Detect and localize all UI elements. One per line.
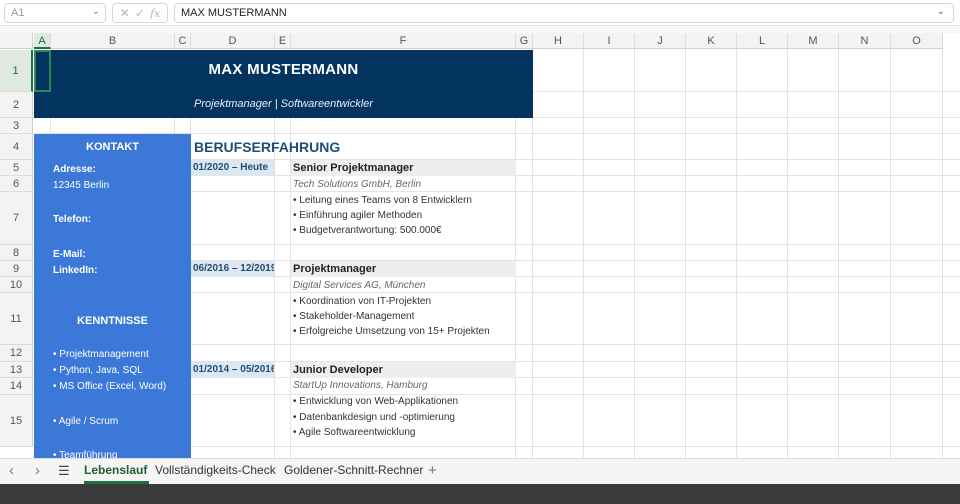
column-header-o[interactable]: O: [891, 33, 943, 49]
sheet-tab-goldener-schnitt-rechner[interactable]: Goldener-Schnitt-Rechner: [284, 459, 423, 485]
job-bullet[interactable]: • Leitung eines Teams von 8 Entwicklern: [293, 195, 472, 206]
prev-sheet-chevron-icon[interactable]: ‹: [9, 459, 14, 485]
sheet-tab-lebenslauf[interactable]: Lebenslauf: [84, 459, 150, 485]
column-header-f[interactable]: F: [291, 33, 516, 49]
job-bullet[interactable]: • Datenbankdesign und -optimierung: [293, 412, 455, 423]
sheet-tab-bar: ‹ › ☰ Lebenslauf Vollständigkeits-Check …: [0, 458, 960, 484]
row-header-11[interactable]: 11: [0, 293, 33, 345]
row-header-4[interactable]: 4: [0, 134, 33, 160]
next-sheet-chevron-icon[interactable]: ›: [35, 459, 40, 485]
job-position[interactable]: Senior Projektmanager: [291, 160, 516, 176]
spreadsheet-grid[interactable]: ABCDEFGHIJKLMNO 1 2 3 4 5 6 7 8 9 10 11 12 13 14 15 MA…: [0, 33, 960, 458]
job-bullet[interactable]: • Einführung agiler Methoden: [293, 210, 422, 221]
linkedin-label[interactable]: LinkedIn:: [53, 265, 97, 276]
skill-item[interactable]: • MS Office (Excel, Word): [53, 381, 166, 392]
column-header-j[interactable]: J: [635, 33, 686, 49]
address-label[interactable]: Adresse:: [53, 164, 96, 175]
row-header-6[interactable]: 6: [0, 176, 33, 192]
toolbar-gap: [0, 26, 960, 33]
experience-title[interactable]: BERUFSERFAHRUNG: [194, 139, 340, 155]
status-bar: [0, 484, 960, 504]
function-icon[interactable]: fx: [150, 7, 160, 20]
row-header-10[interactable]: 10: [0, 277, 33, 293]
skill-item[interactable]: • Agile / Scrum: [53, 416, 118, 427]
column-header-l[interactable]: L: [737, 33, 788, 49]
skills-title[interactable]: KENNTNISSE: [34, 315, 191, 327]
row-header-8[interactable]: 8: [0, 245, 33, 261]
column-header-d[interactable]: D: [191, 33, 275, 49]
active-cell-selection[interactable]: [34, 50, 51, 92]
job-period[interactable]: 06/2016 – 12/2019: [191, 261, 274, 277]
column-header-g[interactable]: G: [516, 33, 533, 49]
skill-item[interactable]: • Teamführung: [53, 450, 117, 458]
phone-label[interactable]: Telefon:: [53, 214, 91, 225]
column-header-h[interactable]: H: [533, 33, 584, 49]
column-header-m[interactable]: M: [788, 33, 839, 49]
job-company[interactable]: StartUp Innovations, Hamburg: [293, 380, 428, 391]
job-period[interactable]: 01/2020 – Heute: [191, 160, 274, 176]
job-bullet[interactable]: • Agile Softwareentwicklung: [293, 427, 415, 438]
row-header-14[interactable]: 14: [0, 378, 33, 395]
row-header-15[interactable]: 15: [0, 395, 33, 447]
formula-input[interactable]: MAX MUSTERMANN ⌄: [174, 3, 954, 23]
column-header-b[interactable]: B: [51, 33, 175, 49]
cv-name[interactable]: MAX MUSTERMANN: [34, 61, 533, 85]
kontakt-title[interactable]: KONTAKT: [34, 141, 191, 153]
job-bullet[interactable]: • Koordination von IT-Projekten: [293, 296, 431, 307]
confirm-icon[interactable]: ✓: [135, 6, 145, 20]
row-header-3[interactable]: 3: [0, 118, 33, 134]
job-company[interactable]: Tech Solutions GmbH, Berlin: [293, 179, 421, 190]
row-header-7[interactable]: 7: [0, 192, 33, 245]
select-all-corner[interactable]: [0, 33, 33, 49]
skill-item[interactable]: • Projektmanagement: [53, 349, 149, 360]
name-box[interactable]: A1 ⌄: [4, 3, 106, 23]
column-header-a[interactable]: A: [34, 33, 51, 49]
job-bullet[interactable]: • Entwicklung von Web-Applikationen: [293, 396, 458, 407]
column-header-c[interactable]: C: [175, 33, 191, 49]
email-label[interactable]: E-Mail:: [53, 249, 86, 260]
cv-subtitle[interactable]: Projektmanager | Softwareentwickler: [34, 98, 533, 114]
cancel-icon[interactable]: ✕: [120, 6, 130, 20]
expand-formula-chevron-icon[interactable]: ⌄: [937, 6, 945, 17]
column-header-e[interactable]: E: [275, 33, 291, 49]
skill-item[interactable]: • Python, Java, SQL: [53, 365, 143, 376]
row-header-1[interactable]: 1: [0, 50, 33, 92]
name-box-value: A1: [11, 7, 25, 19]
job-position[interactable]: Junior Developer: [291, 362, 516, 378]
address-value[interactable]: 12345 Berlin: [53, 180, 109, 191]
add-sheet-icon[interactable]: +: [428, 459, 437, 485]
row-header-12[interactable]: 12: [0, 345, 33, 362]
row-header-2[interactable]: 2: [0, 92, 33, 118]
chevron-down-icon[interactable]: ⌄: [92, 6, 100, 17]
formula-bar: A1 ⌄ ✕ ✓ fx MAX MUSTERMANN ⌄: [0, 0, 960, 26]
column-header-i[interactable]: I: [584, 33, 635, 49]
job-bullet[interactable]: • Stakeholder-Management: [293, 311, 414, 322]
column-header-n[interactable]: N: [839, 33, 891, 49]
column-header-k[interactable]: K: [686, 33, 737, 49]
job-company[interactable]: Digital Services AG, München: [293, 280, 425, 291]
all-sheets-menu-icon[interactable]: ☰: [58, 459, 70, 485]
formula-buttons: ✕ ✓ fx: [112, 3, 168, 23]
formula-input-value: MAX MUSTERMANN: [181, 7, 287, 19]
job-period[interactable]: 01/2014 – 05/2016: [191, 362, 274, 378]
row-header-9[interactable]: 9: [0, 261, 33, 277]
sheet-tab-label: Lebenslauf: [84, 463, 148, 477]
job-bullet[interactable]: • Budgetverantwortung: 500.000€: [293, 225, 442, 236]
row-header-13[interactable]: 13: [0, 362, 33, 378]
job-position[interactable]: Projektmanager: [291, 261, 516, 277]
row-header-5[interactable]: 5: [0, 160, 33, 176]
job-bullet[interactable]: • Erfolgreiche Umsetzung von 15+ Projekt…: [293, 326, 490, 337]
sheet-tab-vollstaendigkeits-check[interactable]: Vollständigkeits-Check: [155, 459, 276, 485]
